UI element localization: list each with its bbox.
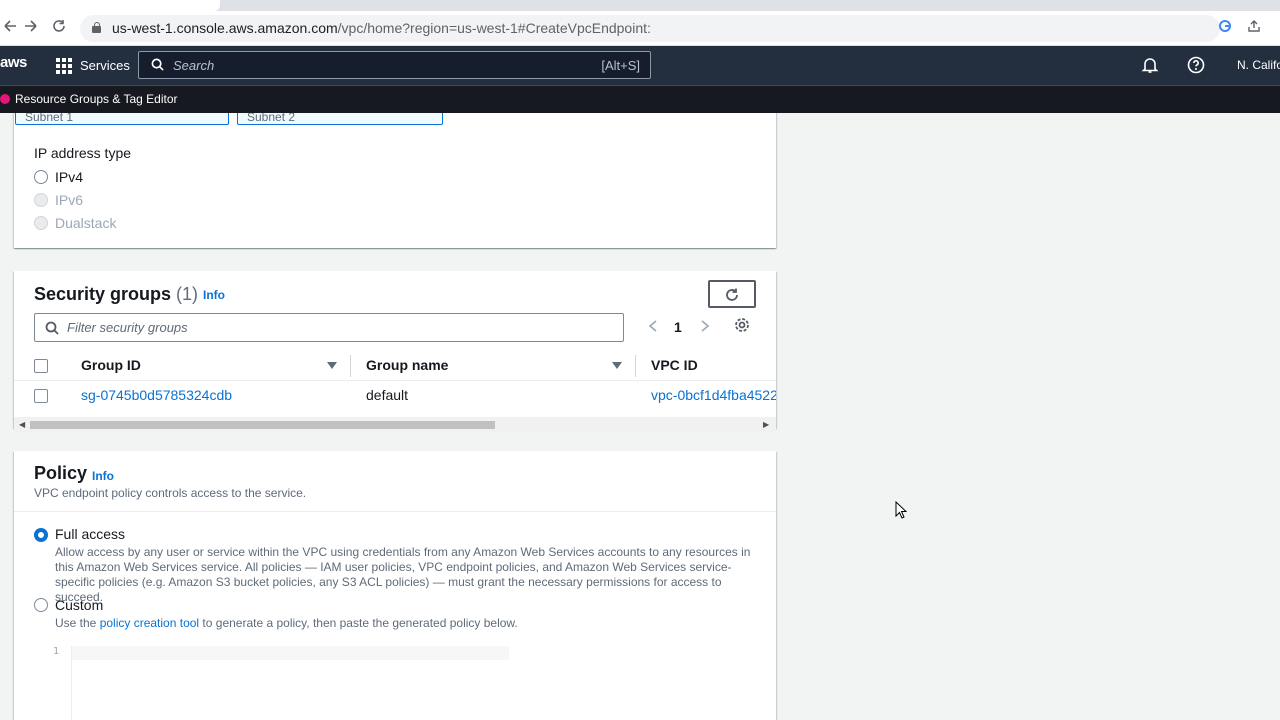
region-selector[interactable]: N. Califo xyxy=(1237,58,1280,72)
main-content: ✕ Subnet 1 ✕ Subnet 2 IP address type IP… xyxy=(0,113,1280,720)
dualstack-label: Dualstack xyxy=(55,215,117,231)
custom-radio[interactable] xyxy=(34,598,48,612)
lock-icon xyxy=(92,22,101,33)
services-label: Services xyxy=(80,58,130,73)
more-icon[interactable]: ⋮ xyxy=(1274,19,1280,36)
url-field[interactable]: us-west-1.console.aws.amazon.com/vpc/hom… xyxy=(80,15,1220,42)
settings-gear-icon[interactable] xyxy=(734,317,750,336)
grid-icon xyxy=(56,57,72,74)
sort-caret-icon[interactable] xyxy=(327,362,337,369)
ipv4-radio[interactable] xyxy=(34,170,48,184)
refresh-icon xyxy=(726,288,738,301)
row-checkbox[interactable] xyxy=(34,389,48,403)
security-groups-info-link[interactable]: Info xyxy=(203,288,225,302)
browser-tab-strip xyxy=(0,0,1280,11)
network-settings-panel: ✕ Subnet 1 ✕ Subnet 2 IP address type IP… xyxy=(14,113,776,248)
favorites-bar: Resource Groups & Tag Editor xyxy=(0,85,1280,113)
dualstack-radio xyxy=(34,216,48,230)
filter-placeholder: Filter security groups xyxy=(67,320,188,335)
custom-label[interactable]: Custom xyxy=(55,597,103,613)
ip-address-type-label: IP address type xyxy=(34,145,132,161)
table-divider xyxy=(14,380,776,381)
horizontal-scrollbar[interactable]: ◀ ▶ xyxy=(14,417,776,433)
search-icon xyxy=(151,58,164,71)
url-host: us-west-1.console.aws.amazon.com xyxy=(112,20,338,36)
share-icon[interactable] xyxy=(1247,19,1261,36)
policy-description: VPC endpoint policy controls access to t… xyxy=(34,486,307,500)
ipv4-label[interactable]: IPv4 xyxy=(55,169,83,185)
resource-groups-icon xyxy=(0,94,10,104)
forward-arrow-icon[interactable] xyxy=(21,19,41,39)
search-placeholder: Search xyxy=(173,58,215,73)
full-access-radio[interactable] xyxy=(34,528,48,542)
favorite-resource-groups[interactable]: Resource Groups & Tag Editor xyxy=(15,92,178,106)
bell-icon[interactable] xyxy=(1141,56,1161,76)
policy-title: Policy xyxy=(34,463,88,483)
column-divider xyxy=(350,355,351,377)
subnet-token: ✕ Subnet 1 xyxy=(15,113,229,125)
column-header-vpc-id[interactable]: VPC ID xyxy=(651,357,698,373)
reload-icon[interactable] xyxy=(49,19,69,39)
browser-address-bar: us-west-1.console.aws.amazon.com/vpc/hom… xyxy=(0,11,1280,46)
select-all-checkbox[interactable] xyxy=(34,359,48,373)
url-path: /vpc/home?region=us-west-1#CreateVpcEndp… xyxy=(337,20,651,36)
policy-panel: Policy Info VPC endpoint policy controls… xyxy=(14,451,776,720)
policy-info-link[interactable]: Info xyxy=(92,469,114,483)
search-icon xyxy=(45,321,59,335)
help-icon[interactable] xyxy=(1187,56,1207,76)
security-groups-panel: Security groups (1) Info Filter security… xyxy=(14,271,776,433)
full-access-label[interactable]: Full access xyxy=(55,526,125,542)
editor-gutter xyxy=(34,646,72,720)
next-page-icon[interactable] xyxy=(700,319,710,335)
aws-top-nav: aws Services Search [Alt+S] N. Califo xyxy=(0,46,1280,85)
column-divider xyxy=(635,355,636,377)
aws-logo[interactable]: aws xyxy=(0,54,27,71)
browser-tab[interactable] xyxy=(0,0,220,11)
column-header-group-name[interactable]: Group name xyxy=(366,357,448,373)
policy-creation-tool-link[interactable]: policy creation tool xyxy=(100,616,199,630)
services-menu-button[interactable]: Services xyxy=(56,46,130,85)
vpc-id-link[interactable]: vpc-0bcf1d4fba4522 xyxy=(651,387,776,403)
group-name-cell: default xyxy=(366,387,409,403)
sort-caret-icon[interactable] xyxy=(612,362,622,369)
aws-search-input[interactable]: Search [Alt+S] xyxy=(138,51,651,79)
editor-line-number: 1 xyxy=(53,646,60,657)
group-id-link[interactable]: sg-0745b0d5785324cdb xyxy=(81,387,232,403)
policy-editor[interactable]: 1 xyxy=(34,646,509,720)
back-arrow-icon[interactable] xyxy=(0,19,20,39)
custom-description: Use the policy creation tool to generate… xyxy=(55,616,518,630)
subnet-token: ✕ Subnet 2 xyxy=(237,113,443,125)
scroll-right-icon[interactable]: ▶ xyxy=(763,420,769,429)
page-number[interactable]: 1 xyxy=(674,319,682,335)
subnet-token-label: Subnet 2 xyxy=(247,113,296,124)
refresh-button[interactable] xyxy=(708,280,756,308)
security-groups-title: Security groups (1) xyxy=(34,284,199,304)
subnet-token-label: Subnet 1 xyxy=(25,113,74,124)
google-icon[interactable] xyxy=(1218,19,1232,36)
previous-page-icon[interactable] xyxy=(648,319,658,335)
scroll-left-icon[interactable]: ◀ xyxy=(19,420,25,429)
scrollbar-thumb[interactable] xyxy=(30,421,495,429)
filter-security-groups-input[interactable]: Filter security groups xyxy=(34,313,624,342)
full-access-description: Allow access by any user or service with… xyxy=(55,545,751,604)
search-shortcut: [Alt+S] xyxy=(601,58,640,73)
column-header-group-id[interactable]: Group ID xyxy=(81,357,141,373)
policy-divider xyxy=(14,511,776,512)
ipv6-label: IPv6 xyxy=(55,192,84,208)
ipv6-radio xyxy=(34,193,48,207)
